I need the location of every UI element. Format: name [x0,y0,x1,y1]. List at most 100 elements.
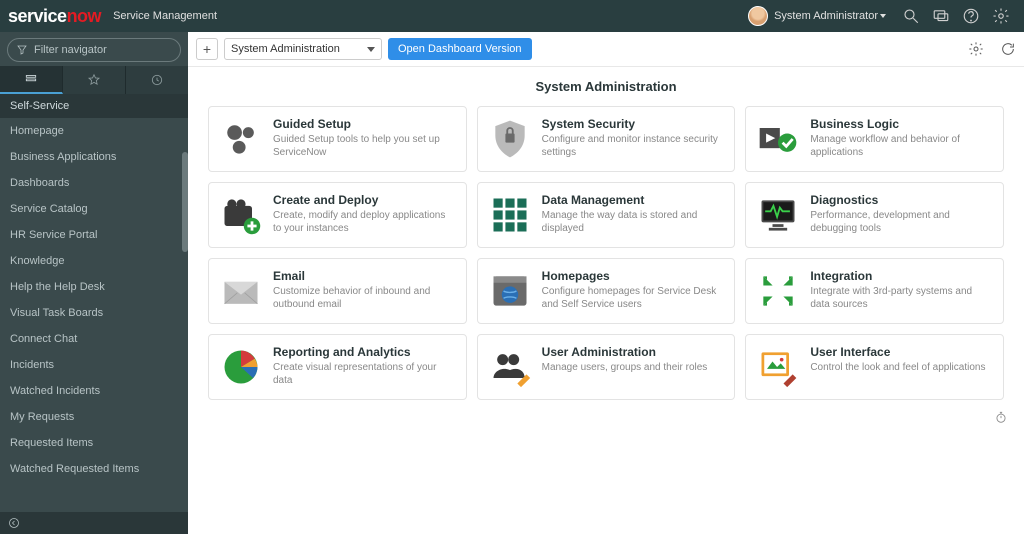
card-desc: Performance, development and debugging t… [810,209,990,235]
star-icon [87,73,101,87]
card-title: Integration [810,269,990,283]
sidebar-item[interactable]: Visual Task Boards [0,300,188,326]
play-check-icon [756,117,800,161]
card-title: Email [273,269,453,283]
sidebar-item[interactable]: HR Service Portal [0,222,188,248]
user-menu-chevron-icon[interactable] [880,14,886,18]
breadcrumb-label: System Administration [231,43,340,55]
page-title: System Administration [208,79,1004,94]
add-tab-button[interactable]: + [196,38,218,60]
card-business-logic[interactable]: Business Logic Manage workflow and behav… [745,106,1004,172]
card-title: Business Logic [810,117,990,131]
arrows-in-icon [756,269,800,313]
refresh-icon[interactable] [1000,41,1016,57]
card-data-management[interactable]: Data Management Manage the way data is s… [477,182,736,248]
sidebar-item[interactable]: Service Catalog [0,196,188,222]
sidebar-item[interactable]: Business Applications [0,144,188,170]
filter-placeholder: Filter navigator [34,44,107,56]
card-grid: Guided Setup Guided Setup tools to help … [208,106,1004,400]
card-reporting[interactable]: Reporting and Analytics Create visual re… [208,334,467,400]
chevron-left-circle-icon [8,517,20,529]
sidebar-item[interactable]: Incidents [0,352,188,378]
envelope-icon [219,269,263,313]
favorites-tab[interactable] [63,66,126,94]
gear-icon[interactable] [968,41,984,57]
card-title: Data Management [542,193,722,207]
sidebar-nav-list: Homepage Business Applications Dashboard… [0,118,188,512]
sidebar-item[interactable]: My Requests [0,404,188,430]
card-user-interface[interactable]: User Interface Control the look and feel… [745,334,1004,400]
shield-lock-icon [488,117,532,161]
sidebar-item[interactable]: Watched Requested Items [0,456,188,482]
sidebar-section-header[interactable]: Self-Service [0,94,188,118]
package-plus-icon [219,193,263,237]
funnel-icon [16,44,28,56]
card-desc: Manage workflow and behavior of applicat… [810,133,990,159]
sidebar-tabs [0,66,188,94]
card-desc: Manage the way data is stored and displa… [542,209,722,235]
user-avatar[interactable] [748,6,768,26]
card-desc: Create visual representations of your da… [273,361,453,387]
main-content: + System Administration Open Dashboard V… [188,32,1024,534]
card-desc: Configure homepages for Service Desk and… [542,285,722,311]
collapse-sidebar-button[interactable] [0,512,188,534]
card-title: Guided Setup [273,117,453,131]
card-desc: Integrate with 3rd-party systems and dat… [810,285,990,311]
card-guided-setup[interactable]: Guided Setup Guided Setup tools to help … [208,106,467,172]
card-title: System Security [542,117,722,131]
card-system-security[interactable]: System Security Configure and monitor in… [477,106,736,172]
card-homepages[interactable]: Homepages Configure homepages for Servic… [477,258,736,324]
app-title: Service Management [113,10,217,22]
card-title: Diagnostics [810,193,990,207]
card-title: User Interface [810,345,985,359]
card-title: Homepages [542,269,722,283]
clock-icon [150,73,164,87]
card-user-admin[interactable]: User Administration Manage users, groups… [477,334,736,400]
page-body: System Administration Guided Setup Guide… [188,67,1024,534]
sidebar-item[interactable]: Requested Items [0,430,188,456]
pie-chart-icon [219,345,263,389]
card-title: User Administration [542,345,708,359]
card-diagnostics[interactable]: Diagnostics Performance, development and… [745,182,1004,248]
sidebar-item[interactable]: Knowledge [0,248,188,274]
open-dashboard-button[interactable]: Open Dashboard Version [388,38,532,60]
help-icon[interactable] [962,7,980,25]
card-desc: Control the look and feel of application… [810,361,985,374]
card-desc: Manage users, groups and their roles [542,361,708,374]
filter-navigator-input[interactable]: Filter navigator [7,38,181,62]
history-tab[interactable] [126,66,188,94]
product-logo: servicenow [8,6,101,27]
card-create-deploy[interactable]: Create and Deploy Create, modify and dep… [208,182,467,248]
gears-icon [219,117,263,161]
grid-icon [488,193,532,237]
canvas-brush-icon [756,345,800,389]
sidebar-item[interactable]: Help the Help Desk [0,274,188,300]
browser-globe-icon [488,269,532,313]
card-desc: Customize behavior of inbound and outbou… [273,285,453,311]
chat-icon[interactable] [932,7,950,25]
sidebar-item[interactable]: Dashboards [0,170,188,196]
card-desc: Guided Setup tools to help you set up Se… [273,133,453,159]
users-pencil-icon [488,345,532,389]
content-toolbar: + System Administration Open Dashboard V… [188,32,1024,67]
card-desc: Create, modify and deploy applications t… [273,209,453,235]
sidebar-item[interactable]: Watched Incidents [0,378,188,404]
stopwatch-icon[interactable] [994,410,1008,424]
card-title: Create and Deploy [273,193,453,207]
settings-gear-icon[interactable] [992,7,1010,25]
left-sidebar: Filter navigator Self-Service Homepage B… [0,32,188,534]
monitor-pulse-icon [756,193,800,237]
card-email[interactable]: Email Customize behavior of inbound and … [208,258,467,324]
card-integration[interactable]: Integration Integrate with 3rd-party sys… [745,258,1004,324]
sidebar-item[interactable]: Connect Chat [0,326,188,352]
user-name[interactable]: System Administrator [774,10,878,22]
search-icon[interactable] [902,7,920,25]
top-banner: servicenow Service Management System Adm… [0,0,1024,32]
chevron-down-icon [367,47,375,52]
sidebar-item[interactable]: Homepage [0,118,188,144]
list-icon [24,72,38,86]
card-title: Reporting and Analytics [273,345,453,359]
all-apps-tab[interactable] [0,66,63,94]
breadcrumb-selector[interactable]: System Administration [224,38,382,60]
card-desc: Configure and monitor instance security … [542,133,722,159]
